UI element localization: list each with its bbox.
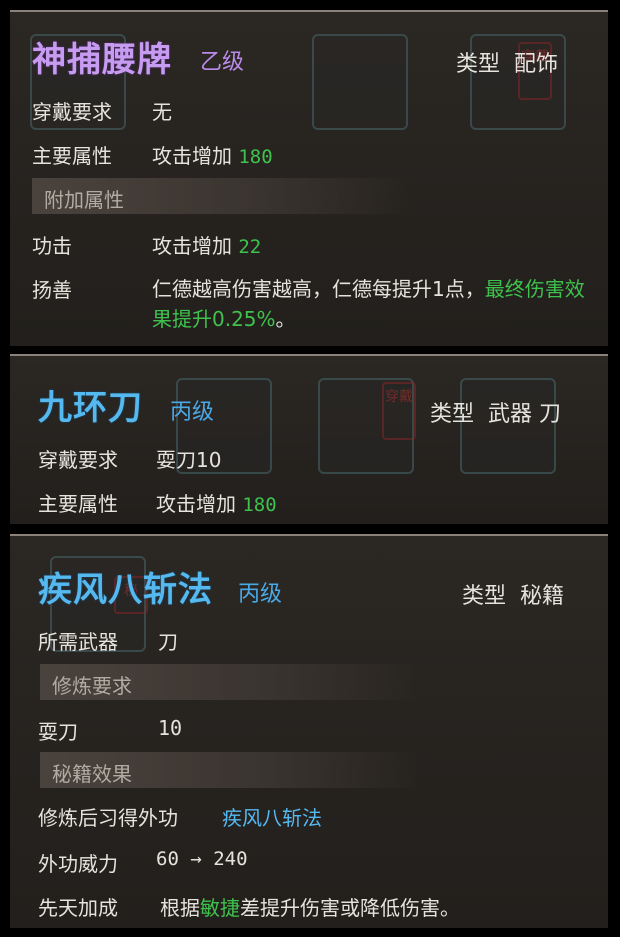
weapon-req-value: 刀 (158, 630, 178, 654)
item-tooltip-accessory: 穿戴 神捕腰牌 乙级 类型 配饰 穿戴要求 无 主要属性 攻击增加 180 附加… (10, 10, 608, 346)
item-type: 类型 武器 刀 (430, 396, 561, 428)
train-skill-label: 耍刀 (38, 720, 78, 744)
extra-attr-section: 附加属性 (32, 178, 412, 214)
type-label: 类型 (430, 402, 475, 427)
equipped-stamp-icon: 穿戴 (382, 382, 416, 440)
item-grade: 丙级 (170, 400, 215, 425)
item-tooltip-weapon: 穿戴 九环刀 丙级 类型 武器 刀 穿戴要求 耍刀10 主要属性 攻击增加 18… (10, 354, 608, 524)
item-tooltip-manual: 秘 疾风八斩法 丙级 类型 秘籍 所需武器 刀 修炼要求 耍刀 10 秘籍效果 … (10, 534, 608, 928)
item-title: 疾风八斩法 (38, 570, 213, 610)
effect-section: 秘籍效果 (40, 752, 420, 788)
item-type: 类型 配饰 (456, 46, 558, 78)
requirement-label: 穿戴要求 (32, 100, 112, 124)
innate-desc-c: 差提升伤害或降低伤害。 (240, 896, 460, 920)
extra-attr-1-stat: 攻击增加 (152, 234, 232, 258)
type-value: 秘籍 (520, 584, 565, 609)
extra-attr-2-desc: 仁德越高伤害越高，仁德每提升1点，最终伤害效果提升0.25%。 (152, 274, 592, 334)
item-title: 九环刀 (38, 388, 143, 428)
main-attr-num: 180 (238, 146, 273, 168)
weapon-req-label: 所需武器 (38, 630, 118, 654)
train-skill-value: 10 (158, 716, 183, 740)
ghost-slot-fan (312, 34, 408, 130)
train-req-section-label: 修炼要求 (52, 674, 132, 698)
effect-section-label: 秘籍效果 (52, 762, 132, 786)
extra-attr-2-desc-a: 仁德越高伤害越高，仁德每提升1点， (152, 277, 485, 301)
main-attr-label: 主要属性 (32, 144, 112, 168)
innate-desc: 根据敏捷差提升伤害或降低伤害。 (160, 892, 460, 921)
main-attr-stat: 攻击增加 (156, 492, 236, 516)
innate-label: 先天加成 (38, 896, 118, 920)
main-attr-label: 主要属性 (38, 492, 118, 516)
main-attr-num: 180 (242, 494, 277, 516)
innate-desc-a: 根据 (160, 896, 200, 920)
requirement-value: 无 (152, 100, 172, 124)
item-type: 类型 秘籍 (462, 578, 564, 610)
extra-attr-2-desc-d: 。 (275, 307, 296, 331)
power-value: 60 → 240 (156, 848, 248, 870)
power-label: 外功威力 (38, 852, 118, 876)
extra-attr-1-value: 攻击增加 22 (152, 230, 261, 259)
main-attr-value: 攻击增加 180 (156, 488, 277, 517)
type-value: 武器 刀 (488, 402, 562, 427)
requirement-value: 耍刀10 (156, 448, 222, 472)
learn-skill-link[interactable]: 疾风八斩法 (222, 802, 322, 831)
item-title: 神捕腰牌 (32, 40, 172, 80)
type-label: 类型 (456, 52, 501, 77)
type-value: 配饰 (514, 52, 559, 77)
item-grade: 丙级 (238, 582, 283, 607)
innate-desc-b: 敏捷 (200, 896, 240, 920)
item-grade: 乙级 (200, 50, 245, 75)
extra-attr-section-label: 附加属性 (44, 188, 124, 212)
extra-attr-1-num: 22 (238, 236, 262, 258)
extra-attr-2-label: 扬善 (32, 278, 72, 302)
extra-attr-1-label: 功击 (32, 234, 72, 258)
requirement-label: 穿戴要求 (38, 448, 118, 472)
main-attr-value: 攻击增加 180 (152, 140, 273, 169)
train-req-section: 修炼要求 (40, 664, 420, 700)
type-label: 类型 (462, 584, 507, 609)
extra-attr-2-desc-b: 最终 (484, 277, 525, 301)
learn-label: 修炼后习得外功 (38, 806, 178, 830)
main-attr-stat: 攻击增加 (152, 144, 232, 168)
